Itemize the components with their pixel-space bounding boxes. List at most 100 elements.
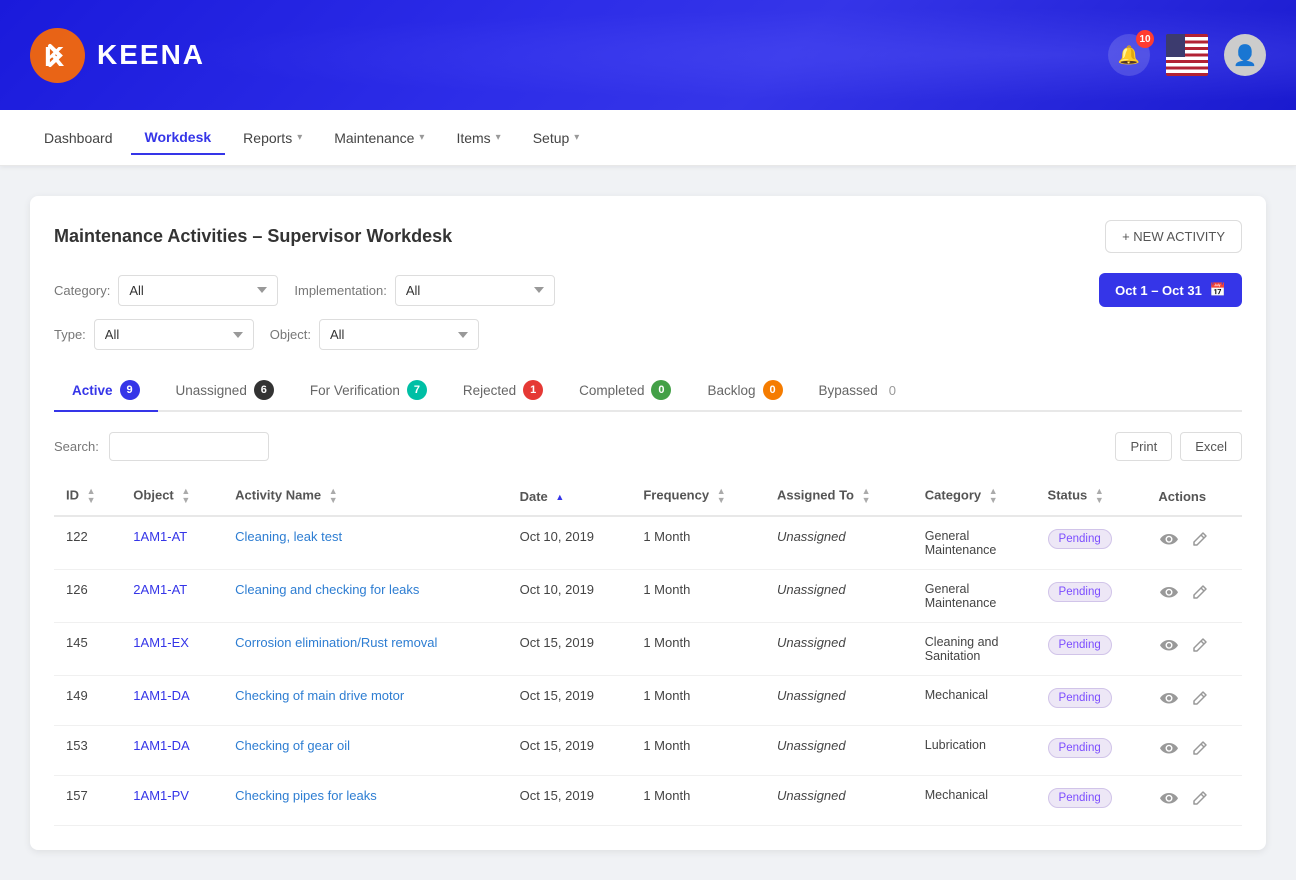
view-button[interactable] xyxy=(1158,790,1180,812)
col-actions: Actions xyxy=(1146,477,1242,516)
cell-category: Mechanical xyxy=(913,676,1036,726)
col-category[interactable]: Category ▲▼ xyxy=(913,477,1036,516)
view-button[interactable] xyxy=(1158,531,1180,553)
search-input[interactable] xyxy=(109,432,269,461)
card-header: Maintenance Activities – Supervisor Work… xyxy=(54,220,1242,253)
main-card: Maintenance Activities – Supervisor Work… xyxy=(30,196,1266,850)
cell-activity-name[interactable]: Cleaning and checking for leaks xyxy=(223,570,507,623)
cell-id: 145 xyxy=(54,623,121,676)
type-select[interactable]: All xyxy=(94,319,254,350)
cell-frequency: 1 Month xyxy=(631,676,765,726)
cell-category: GeneralMaintenance xyxy=(913,516,1036,570)
col-date[interactable]: Date ▲ xyxy=(508,477,632,516)
object-filter-group: Object: All xyxy=(270,319,479,350)
tab-verification-badge: 7 xyxy=(407,380,427,400)
cell-object[interactable]: 1AM1-DA xyxy=(121,676,223,726)
cell-status: Pending xyxy=(1036,776,1147,826)
tab-completed[interactable]: Completed 0 xyxy=(561,370,689,412)
col-object[interactable]: Object ▲▼ xyxy=(121,477,223,516)
tab-backlog[interactable]: Backlog 0 xyxy=(689,370,800,412)
tab-unassigned-label: Unassigned xyxy=(176,383,247,398)
cell-activity-name[interactable]: Checking of gear oil xyxy=(223,726,507,776)
bell-icon: 🔔 xyxy=(1118,45,1140,66)
cell-object[interactable]: 1AM1-DA xyxy=(121,726,223,776)
tab-completed-label: Completed xyxy=(579,383,644,398)
cell-status: Pending xyxy=(1036,676,1147,726)
cell-object[interactable]: 1AM1-EX xyxy=(121,623,223,676)
cell-date: Oct 15, 2019 xyxy=(508,676,632,726)
view-button[interactable] xyxy=(1158,584,1180,606)
category-select[interactable]: All xyxy=(118,275,278,306)
view-button[interactable] xyxy=(1158,690,1180,712)
cell-actions xyxy=(1146,516,1242,570)
nav-item-maintenance[interactable]: Maintenance ▾ xyxy=(320,122,438,154)
tab-rejected-badge: 1 xyxy=(523,380,543,400)
edit-button[interactable] xyxy=(1190,738,1210,763)
avatar-icon: 👤 xyxy=(1233,43,1258,68)
cell-id: 157 xyxy=(54,776,121,826)
tab-bypassed-count: 0 xyxy=(889,383,896,398)
cell-date: Oct 15, 2019 xyxy=(508,776,632,826)
cell-actions xyxy=(1146,676,1242,726)
col-frequency[interactable]: Frequency ▲▼ xyxy=(631,477,765,516)
print-button[interactable]: Print xyxy=(1115,432,1172,461)
nav-item-workdesk[interactable]: Workdesk xyxy=(131,121,226,155)
col-activity-name[interactable]: Activity Name ▲▼ xyxy=(223,477,507,516)
table-header: ID ▲▼ Object ▲▼ Activity Name ▲▼ Date ▲ xyxy=(54,477,1242,516)
cell-object[interactable]: 1AM1-AT xyxy=(121,516,223,570)
cell-activity-name[interactable]: Checking of main drive motor xyxy=(223,676,507,726)
sort-icon: ▲▼ xyxy=(717,487,726,505)
avatar[interactable]: 👤 xyxy=(1224,34,1266,76)
nav-item-reports[interactable]: Reports ▾ xyxy=(229,122,316,154)
tab-unassigned-badge: 6 xyxy=(254,380,274,400)
cell-object[interactable]: 2AM1-AT xyxy=(121,570,223,623)
cell-frequency: 1 Month xyxy=(631,726,765,776)
view-button[interactable] xyxy=(1158,740,1180,762)
nav-item-dashboard[interactable]: Dashboard xyxy=(30,122,127,154)
sort-icon: ▲▼ xyxy=(87,487,96,505)
sort-icon: ▲▼ xyxy=(181,487,190,505)
edit-button[interactable] xyxy=(1190,688,1210,713)
sort-icon: ▲▼ xyxy=(862,487,871,505)
tab-for-verification[interactable]: For Verification 7 xyxy=(292,370,445,412)
table-row: 145 1AM1-EX Corrosion elimination/Rust r… xyxy=(54,623,1242,676)
nav-item-setup[interactable]: Setup ▾ xyxy=(519,122,594,154)
table-row: 153 1AM1-DA Checking of gear oil Oct 15,… xyxy=(54,726,1242,776)
new-activity-button[interactable]: + NEW ACTIVITY xyxy=(1105,220,1242,253)
col-id[interactable]: ID ▲▼ xyxy=(54,477,121,516)
cell-actions xyxy=(1146,623,1242,676)
cell-activity-name[interactable]: Cleaning, leak test xyxy=(223,516,507,570)
filters-row-1: Category: All Implementation: All Oct 1 … xyxy=(54,273,1242,307)
tab-unassigned[interactable]: Unassigned 6 xyxy=(158,370,292,412)
search-group: Search: xyxy=(54,432,269,461)
edit-button[interactable] xyxy=(1190,788,1210,813)
object-select[interactable]: All xyxy=(319,319,479,350)
cell-actions xyxy=(1146,776,1242,826)
col-assigned-to[interactable]: Assigned To ▲▼ xyxy=(765,477,913,516)
nav-item-items[interactable]: Items ▾ xyxy=(442,122,514,154)
edit-button[interactable] xyxy=(1190,529,1210,554)
cell-activity-name[interactable]: Checking pipes for leaks xyxy=(223,776,507,826)
cell-date: Oct 10, 2019 xyxy=(508,570,632,623)
notification-button[interactable]: 🔔 10 xyxy=(1108,34,1150,76)
implementation-select[interactable]: All xyxy=(395,275,555,306)
edit-button[interactable] xyxy=(1190,582,1210,607)
cell-date: Oct 15, 2019 xyxy=(508,726,632,776)
implementation-label: Implementation: xyxy=(294,283,387,298)
tab-bypassed[interactable]: Bypassed 0 xyxy=(801,370,915,412)
cell-object[interactable]: 1AM1-PV xyxy=(121,776,223,826)
table-row: 157 1AM1-PV Checking pipes for leaks Oct… xyxy=(54,776,1242,826)
cell-activity-name[interactable]: Corrosion elimination/Rust removal xyxy=(223,623,507,676)
cell-category: GeneralMaintenance xyxy=(913,570,1036,623)
excel-button[interactable]: Excel xyxy=(1180,432,1242,461)
cell-category: Cleaning andSanitation xyxy=(913,623,1036,676)
flag-button[interactable] xyxy=(1166,34,1208,76)
cell-status: Pending xyxy=(1036,570,1147,623)
date-range-button[interactable]: Oct 1 – Oct 31 📅 xyxy=(1099,273,1242,307)
tabs-row: Active 9 Unassigned 6 For Verification 7… xyxy=(54,370,1242,412)
edit-button[interactable] xyxy=(1190,635,1210,660)
view-button[interactable] xyxy=(1158,637,1180,659)
tab-rejected[interactable]: Rejected 1 xyxy=(445,370,561,412)
col-status[interactable]: Status ▲▼ xyxy=(1036,477,1147,516)
tab-active[interactable]: Active 9 xyxy=(54,370,158,412)
